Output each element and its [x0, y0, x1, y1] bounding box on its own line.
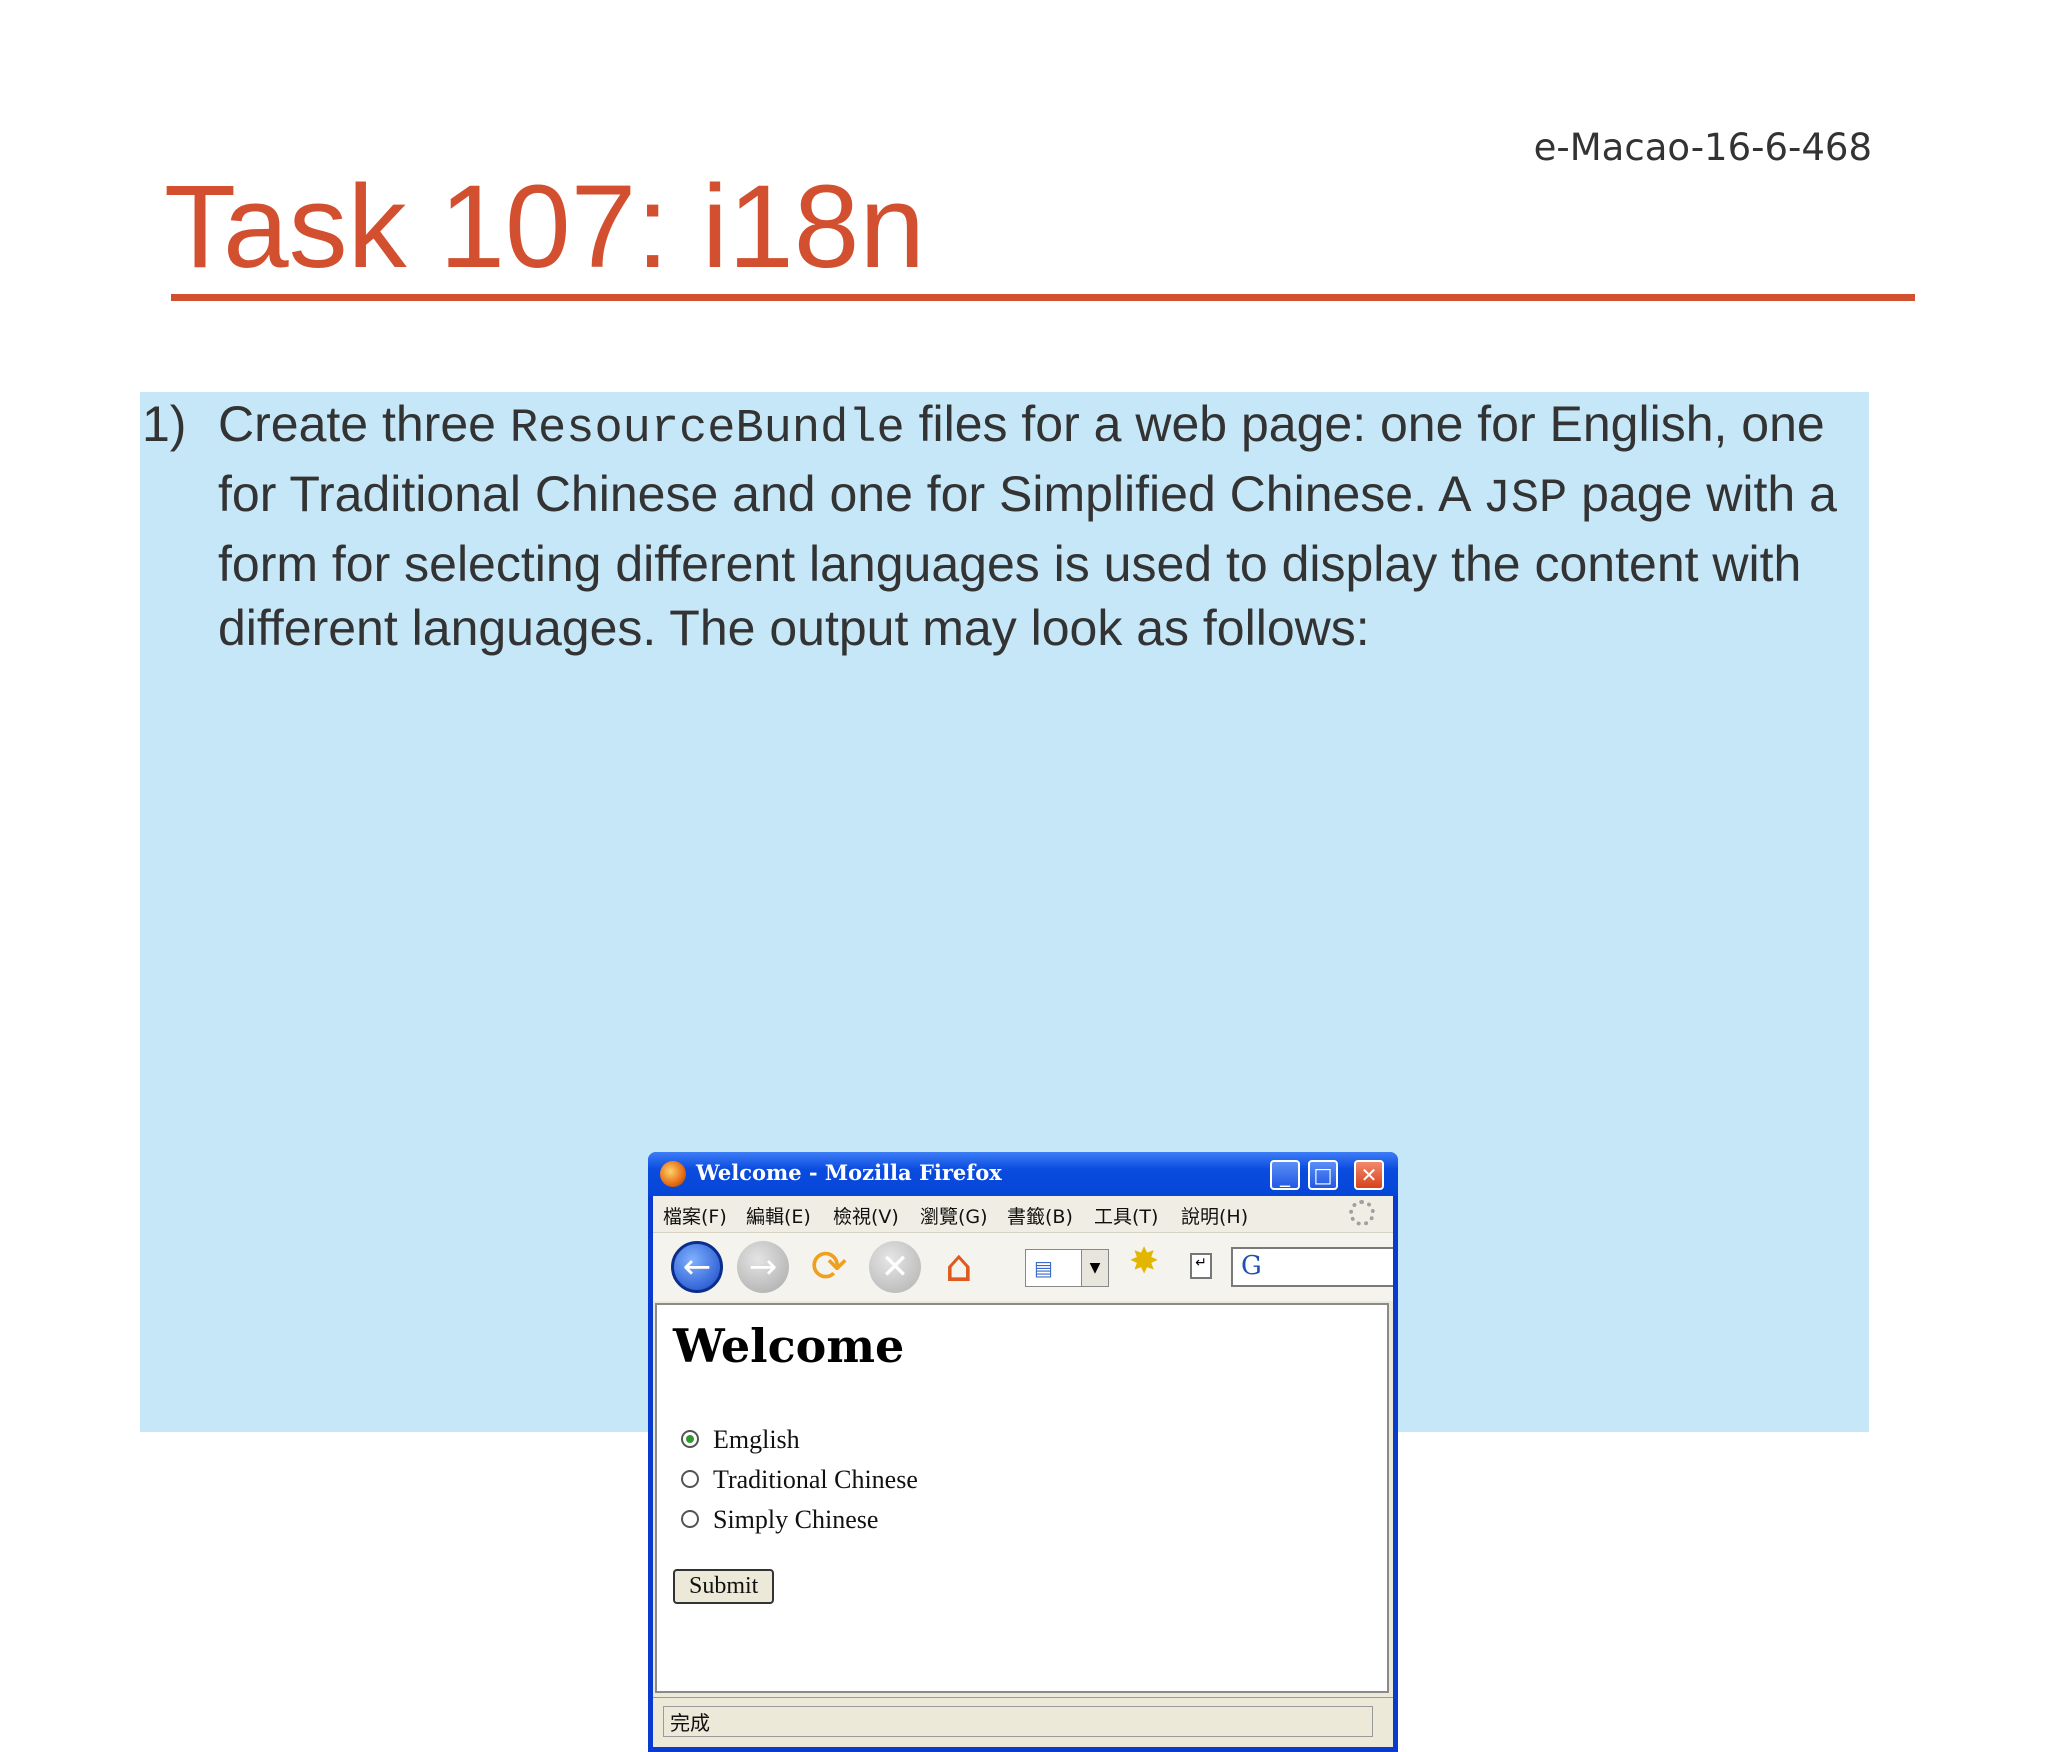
firefox-window: Welcome - Mozilla Firefox _ □ ✕ 檔案(F) 編輯…: [648, 1152, 1398, 1752]
radio-label-traditional: Traditional Chinese: [713, 1465, 918, 1494]
search-box[interactable]: G: [1231, 1247, 1393, 1287]
radio-option-traditional[interactable]: Traditional Chinese: [681, 1465, 918, 1495]
new-bookmark-icon[interactable]: ✸: [1129, 1241, 1159, 1282]
navigation-toolbar: ← → ⟳ ✕ ⌂ ▤ ▼ ✸ ↵ G: [653, 1233, 1393, 1301]
reload-icon[interactable]: ⟳: [803, 1241, 855, 1293]
throbber-icon: [1349, 1200, 1375, 1226]
code-resourcebundle: ResourceBundle: [509, 403, 905, 456]
chevron-down-icon[interactable]: ▼: [1081, 1250, 1108, 1286]
back-arrow-icon[interactable]: ←: [671, 1241, 723, 1293]
title-underline: [171, 294, 1915, 301]
stop-icon[interactable]: ✕: [869, 1241, 921, 1293]
menu-help[interactable]: 說明(H): [1181, 1202, 1248, 1229]
menu-bookmarks[interactable]: 書籤(B): [1007, 1202, 1073, 1229]
small-window-icon[interactable]: ↵: [1190, 1253, 1212, 1279]
radio-button-traditional[interactable]: [681, 1470, 699, 1489]
submit-button[interactable]: Submit: [673, 1569, 775, 1604]
title-bar: Welcome - Mozilla Firefox _ □ ✕: [648, 1152, 1398, 1196]
minimize-button[interactable]: _: [1270, 1160, 1300, 1190]
slide-title: Task 107: i18n: [164, 161, 925, 293]
radio-label-english: Emglish: [713, 1425, 800, 1454]
code-jsp: JSP: [1482, 473, 1568, 526]
radio-label-simply: Simply Chinese: [713, 1505, 879, 1534]
page-heading: Welcome: [673, 1319, 905, 1373]
task-text-part1: Create three: [218, 396, 510, 452]
radio-button-simply[interactable]: [681, 1510, 699, 1529]
page-content: Welcome Emglish Traditional Chinese Simp…: [655, 1303, 1389, 1693]
task-panel: 1) Create three ResourceBundle files for…: [140, 392, 1869, 1752]
folder-icon: ▤: [1034, 1256, 1053, 1280]
firefox-icon: [660, 1161, 686, 1187]
menu-bar: 檔案(F) 編輯(E) 檢視(V) 瀏覽(G) 書籤(B) 工具(T) 說明(H…: [653, 1196, 1393, 1233]
close-button[interactable]: ✕: [1354, 1160, 1384, 1190]
browser-client: 檔案(F) 編輯(E) 檢視(V) 瀏覽(G) 書籤(B) 工具(T) 說明(H…: [653, 1196, 1393, 1747]
slide-id: e-Macao-16-6-468: [1533, 126, 1872, 169]
window-title: Welcome - Mozilla Firefox: [696, 1160, 1002, 1185]
menu-view[interactable]: 檢視(V): [833, 1202, 899, 1229]
radio-button-english[interactable]: [681, 1430, 699, 1449]
forward-arrow-icon[interactable]: →: [737, 1241, 789, 1293]
location-dropdown[interactable]: ▤ ▼: [1025, 1249, 1109, 1287]
menu-tools[interactable]: 工具(T): [1094, 1202, 1158, 1229]
task-body: Create three ResourceBundle files for a …: [218, 392, 1858, 660]
maximize-button[interactable]: □: [1308, 1160, 1338, 1190]
home-icon[interactable]: ⌂: [933, 1241, 985, 1293]
google-icon: G: [1241, 1251, 1262, 1281]
menu-file[interactable]: 檔案(F): [663, 1202, 727, 1229]
radio-option-english[interactable]: Emglish: [681, 1425, 800, 1455]
status-bar: 完成: [653, 1697, 1393, 1744]
menu-go[interactable]: 瀏覽(G): [920, 1202, 988, 1229]
menu-edit[interactable]: 編輯(E): [746, 1202, 811, 1229]
status-text: 完成: [663, 1706, 1373, 1737]
radio-option-simply[interactable]: Simply Chinese: [681, 1505, 878, 1535]
task-number: 1): [142, 396, 187, 452]
